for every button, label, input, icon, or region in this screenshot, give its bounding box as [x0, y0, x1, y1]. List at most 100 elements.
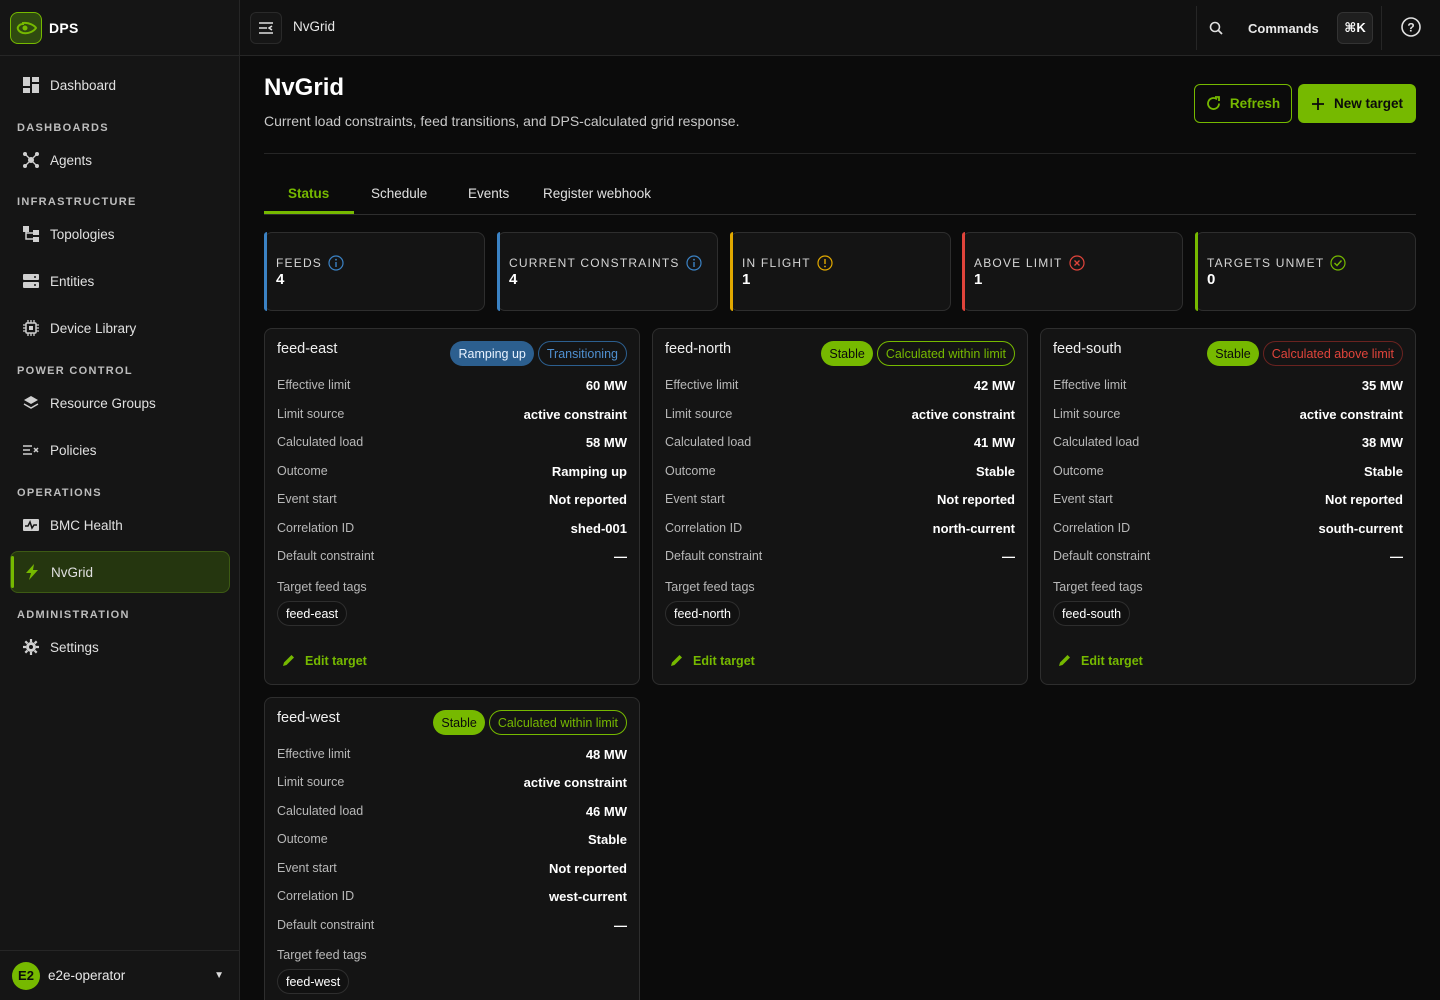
tab-bar: Status Schedule Events Register webhook [264, 176, 1416, 215]
sidebar-item-dashboard[interactable]: Dashboard [10, 64, 230, 106]
correlation-id-value: north-current [932, 520, 1015, 536]
topbar: NvGrid Commands ⌘K ? [240, 0, 1440, 56]
divider [264, 153, 1416, 154]
field-label: Default constraint [665, 549, 763, 563]
sidebar-item-label: Entities [50, 273, 95, 289]
section-administration: ADMINISTRATION [17, 609, 130, 621]
tab-events[interactable]: Events [468, 186, 509, 201]
tab-register-webhook[interactable]: Register webhook [543, 186, 651, 201]
pencil-icon [669, 653, 684, 668]
default-constraint-value: — [614, 917, 627, 933]
edit-target-button[interactable]: Edit target [669, 653, 755, 668]
active-tab-indicator [264, 211, 354, 214]
help-button[interactable]: ? [1400, 16, 1424, 40]
sidebar-item-settings[interactable]: Settings [10, 626, 230, 668]
field-label: Effective limit [277, 747, 351, 761]
field-label: Default constraint [1053, 549, 1151, 563]
layers-icon [22, 394, 40, 412]
sidebar-item-resource-groups[interactable]: Resource Groups [10, 382, 230, 424]
search-icon [1199, 21, 1233, 35]
sidebar-item-nvgrid[interactable]: NvGrid [10, 551, 230, 593]
sidebar-item-policies[interactable]: Policies [10, 429, 230, 471]
field-label: Default constraint [277, 549, 375, 563]
caret-down-icon: ▼ [214, 970, 224, 981]
new-target-button[interactable]: New target [1298, 84, 1416, 123]
help-icon: ? [1401, 17, 1421, 37]
event-start-value: Not reported [937, 491, 1015, 507]
field-label: Outcome [277, 464, 328, 478]
limit-source-value: active constraint [1299, 406, 1403, 422]
sidebar-item-label: NvGrid [51, 564, 94, 580]
feed-tag: feed-west [277, 969, 350, 994]
brand[interactable]: DPS [0, 0, 239, 56]
stat-value: 1 [974, 271, 983, 288]
field-label: Event start [1053, 492, 1113, 506]
field-label: Outcome [277, 832, 328, 846]
collapse-menu-button[interactable] [250, 12, 282, 44]
effective-limit-value: 35 MW [1361, 377, 1403, 393]
field-label: Effective limit [277, 378, 351, 392]
nvidia-logo-icon [10, 11, 42, 44]
edit-target-button[interactable]: Edit target [281, 653, 367, 668]
sidebar-item-label: Settings [50, 639, 99, 655]
stat-value: 1 [742, 271, 751, 288]
stat-value: 4 [276, 271, 285, 288]
feed-card-south: feed-south Stable Calculated above limit… [1040, 328, 1416, 685]
calculation-badge: Calculated above limit [1262, 341, 1403, 366]
pencil-icon [1057, 653, 1072, 668]
user-menu[interactable]: E2 e2e-operator ▼ [0, 950, 240, 1000]
section-dashboards: DASHBOARDS [17, 122, 109, 134]
field-label: Default constraint [277, 918, 375, 932]
shortcut-badge: ⌘K [1337, 12, 1373, 44]
edit-target-label: Edit target [305, 653, 367, 668]
effective-limit-value: 42 MW [973, 377, 1015, 393]
lightning-icon [23, 563, 41, 581]
edit-target-button[interactable]: Edit target [1057, 653, 1143, 668]
stat-label: ABOVE LIMIT [974, 256, 1063, 270]
plus-icon [1311, 97, 1325, 111]
sidebar-item-bmc-health[interactable]: BMC Health [10, 504, 230, 546]
stat-value: 0 [1207, 271, 1216, 288]
sidebar-item-entities[interactable]: Entities [10, 260, 230, 302]
refresh-button[interactable]: Refresh [1194, 84, 1292, 123]
status-badge: Stable [1207, 341, 1259, 366]
feed-name: feed-east [277, 341, 338, 357]
field-label: Calculated load [277, 804, 364, 818]
feed-name: feed-south [1053, 341, 1122, 357]
sidebar-item-topologies[interactable]: Topologies [10, 213, 230, 255]
feed-name: feed-west [277, 710, 340, 726]
event-start-value: Not reported [549, 860, 627, 876]
tab-schedule[interactable]: Schedule [371, 186, 427, 201]
outcome-value: Stable [1363, 463, 1403, 479]
status-badge: Ramping up [450, 341, 534, 366]
info-icon [328, 255, 344, 271]
section-operations: OPERATIONS [17, 487, 102, 499]
field-label: Limit source [277, 775, 345, 789]
agents-icon [22, 151, 40, 169]
limit-source-value: active constraint [523, 406, 627, 422]
stat-label: FEEDS [276, 256, 323, 270]
check-icon [1330, 255, 1346, 271]
sidebar-item-label: Agents [50, 152, 93, 168]
policy-icon [22, 441, 40, 459]
sidebar-item-device-library[interactable]: Device Library [10, 307, 230, 349]
sidebar-item-agents[interactable]: Agents [10, 139, 230, 181]
limit-source-value: active constraint [911, 406, 1015, 422]
tags-label: Target feed tags [1053, 580, 1143, 594]
field-label: Calculated load [665, 435, 752, 449]
sidebar-item-label: Dashboard [50, 77, 117, 93]
feed-card-west: feed-west Stable Calculated within limit… [264, 697, 640, 1000]
field-label: Correlation ID [1053, 521, 1131, 535]
stat-label: IN FLIGHT [742, 256, 811, 270]
edit-target-label: Edit target [693, 653, 755, 668]
gear-icon [22, 638, 40, 656]
pencil-icon [281, 653, 296, 668]
new-target-label: New target [1333, 96, 1404, 111]
edit-target-label: Edit target [1081, 653, 1143, 668]
refresh-icon [1206, 96, 1221, 111]
server-icon [22, 272, 40, 290]
command-palette-button[interactable]: Commands ⌘K [1196, 6, 1382, 50]
menu-collapse-icon [259, 22, 273, 34]
tab-status[interactable]: Status [288, 186, 329, 201]
calculated-load-value: 41 MW [973, 434, 1015, 450]
